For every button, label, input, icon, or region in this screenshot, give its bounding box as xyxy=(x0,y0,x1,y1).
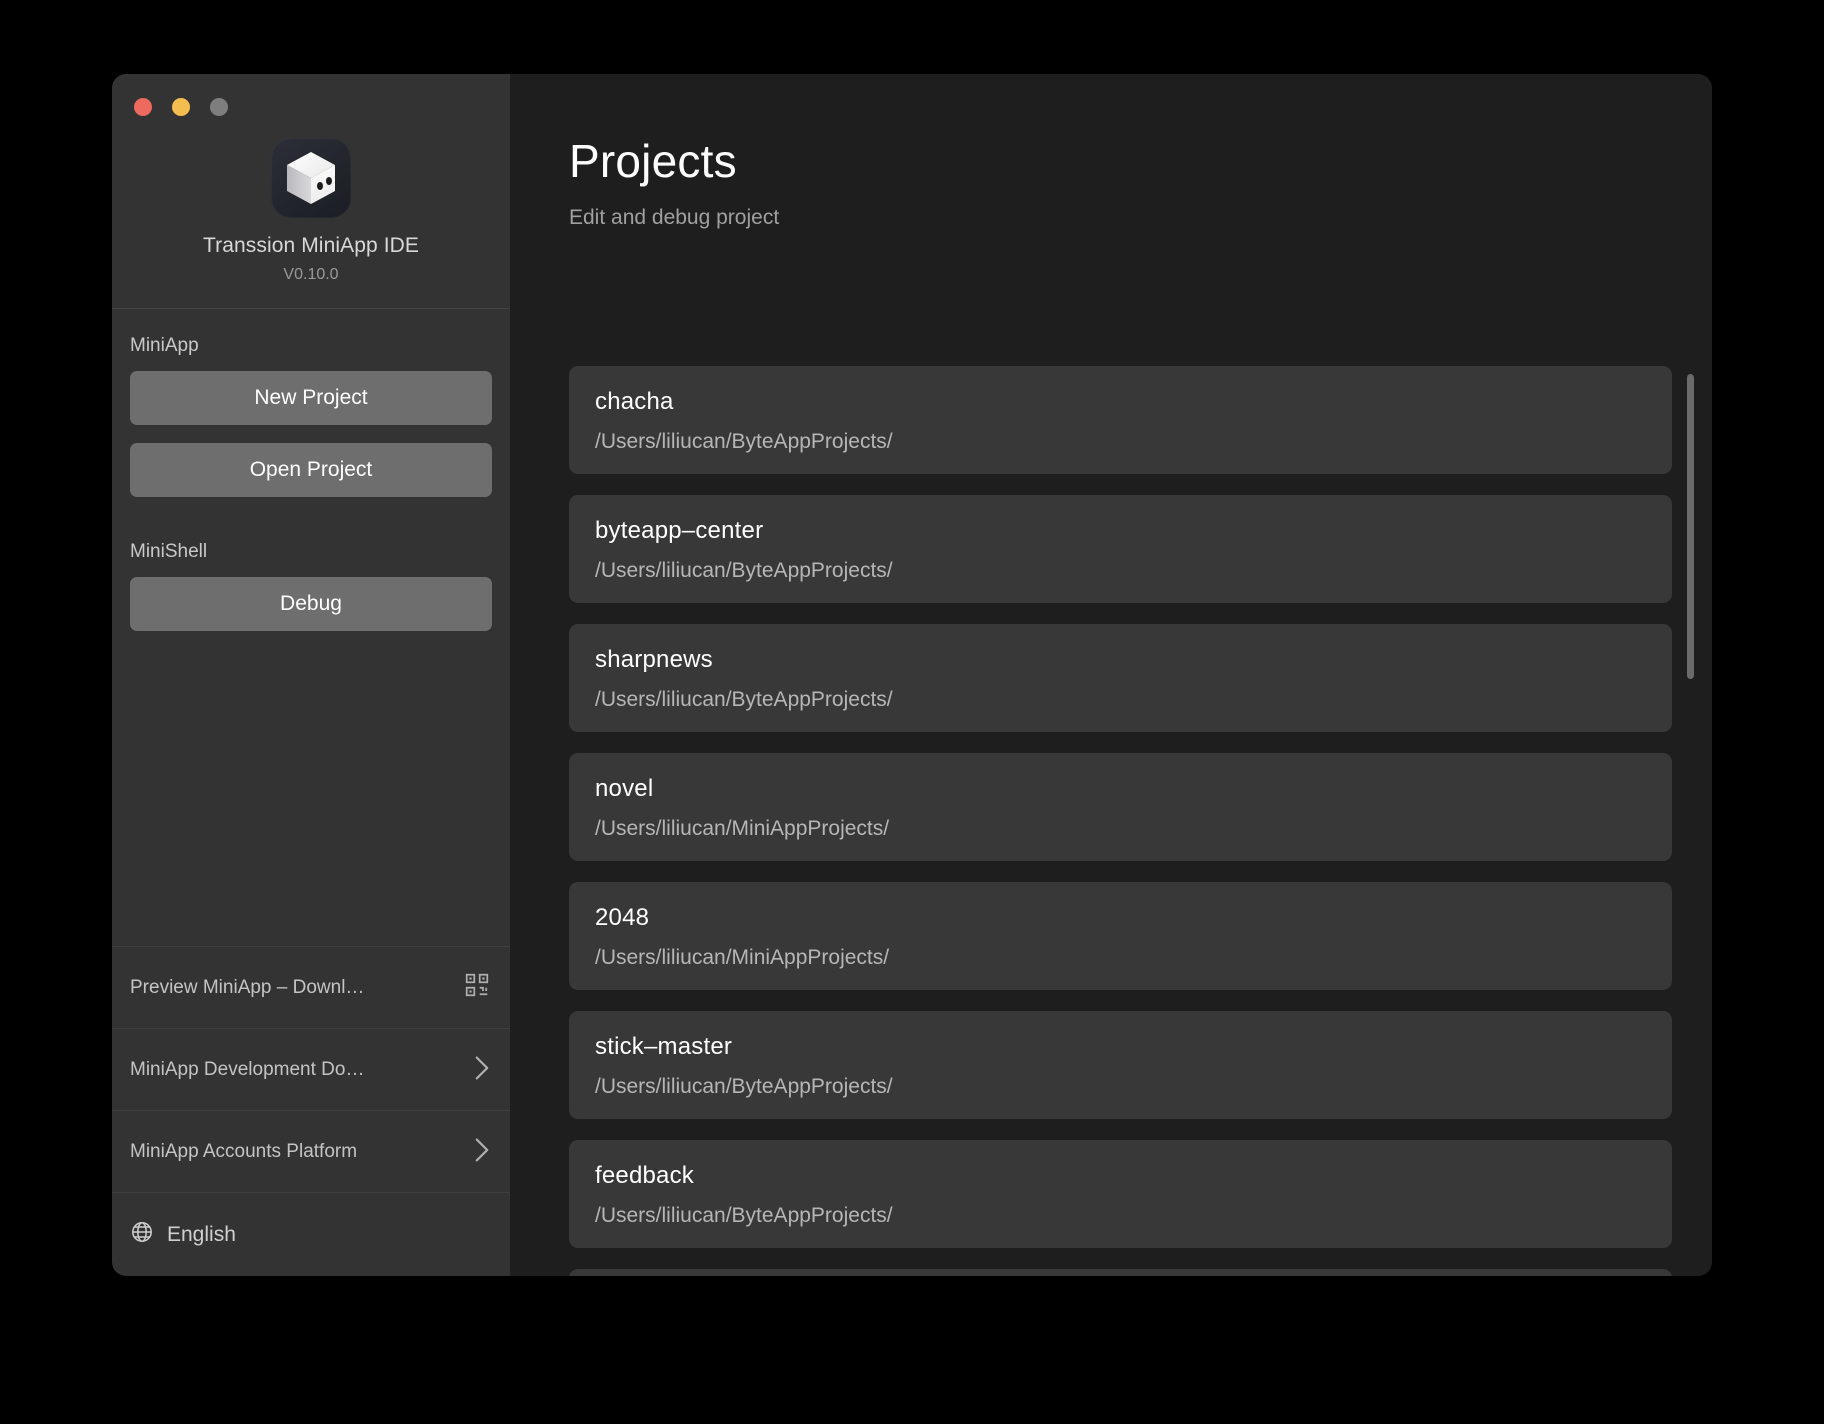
project-path: /Users/liliucan/ByteAppProjects/ xyxy=(595,559,893,582)
sidebar: Transsion MiniApp IDE V0.10.0 MiniApp Ne… xyxy=(112,74,511,1276)
qr-code-icon[interactable] xyxy=(464,972,490,1003)
chevron-right-icon[interactable] xyxy=(474,1137,490,1167)
sidebar-item-miniapp-accounts-platform[interactable]: MiniApp Accounts Platform xyxy=(112,1110,510,1192)
project-path: /Users/liliucan/MiniAppProjects/ xyxy=(595,817,890,840)
minimize-button[interactable] xyxy=(172,98,190,116)
globe-icon xyxy=(130,1220,154,1249)
new-project-button[interactable]: New Project xyxy=(130,371,492,425)
project-card[interactable]: byteapp–center /Users/liliucan/ByteAppPr… xyxy=(569,495,1672,603)
sidebar-item-label: Preview MiniApp – Downl… xyxy=(130,976,365,998)
sidebar-item-miniapp-development-docs[interactable]: MiniApp Development Do… xyxy=(112,1028,510,1110)
project-name: novel xyxy=(595,775,654,802)
project-name: 2048 xyxy=(595,904,650,931)
cube-app-icon xyxy=(271,138,351,218)
project-card[interactable]: feedback /Users/liliucan/ByteAppProjects… xyxy=(569,1140,1672,1248)
language-label: English xyxy=(167,1222,236,1246)
section-label-minishell: MiniShell xyxy=(130,541,208,562)
sidebar-item-label: MiniApp Accounts Platform xyxy=(130,1140,358,1162)
project-name: stick–master xyxy=(595,1033,733,1060)
project-card[interactable]: stick–master /Users/liliucan/ByteAppProj… xyxy=(569,1011,1672,1119)
app-branding: Transsion MiniApp IDE V0.10.0 xyxy=(112,116,510,308)
page-title: Projects xyxy=(569,135,737,187)
project-card[interactable]: 2048 /Users/liliucan/MiniAppProjects/ xyxy=(569,882,1672,990)
page-subtitle: Edit and debug project xyxy=(569,206,780,229)
project-name: byteapp–center xyxy=(595,517,764,544)
sidebar-item-label: MiniApp Development Do… xyxy=(130,1058,365,1080)
project-list: chacha /Users/liliucan/ByteAppProjects/ … xyxy=(569,366,1672,1276)
maximize-button[interactable] xyxy=(210,98,228,116)
app-name: Transsion MiniApp IDE xyxy=(202,234,420,257)
project-path: /Users/liliucan/MiniAppProjects/ xyxy=(595,946,890,969)
debug-button[interactable]: Debug xyxy=(130,577,492,631)
project-name: sharpnews xyxy=(595,646,713,673)
section-label-miniapp: MiniApp xyxy=(130,335,199,356)
project-card[interactable]: sharpnews /Users/liliucan/ByteAppProject… xyxy=(569,624,1672,732)
project-card[interactable] xyxy=(569,1269,1672,1276)
project-path: /Users/liliucan/ByteAppProjects/ xyxy=(595,1204,893,1227)
project-name: feedback xyxy=(595,1162,695,1189)
app-version: V0.10.0 xyxy=(283,266,339,283)
main-content: Projects Edit and debug project chacha /… xyxy=(511,74,1712,1276)
scrollbar-thumb[interactable] xyxy=(1687,374,1694,679)
close-button[interactable] xyxy=(134,98,152,116)
project-path: /Users/liliucan/ByteAppProjects/ xyxy=(595,688,893,711)
project-path: /Users/liliucan/ByteAppProjects/ xyxy=(595,430,893,453)
chevron-right-icon[interactable] xyxy=(474,1055,490,1085)
project-card[interactable]: chacha /Users/liliucan/ByteAppProjects/ xyxy=(569,366,1672,474)
sidebar-item-preview-miniapp-download[interactable]: Preview MiniApp – Downl… xyxy=(112,946,510,1028)
project-card[interactable]: novel /Users/liliucan/MiniAppProjects/ xyxy=(569,753,1672,861)
app-window: Transsion MiniApp IDE V0.10.0 MiniApp Ne… xyxy=(112,74,1712,1276)
project-name: chacha xyxy=(595,388,674,415)
open-project-button[interactable]: Open Project xyxy=(130,443,492,497)
language-selector[interactable]: English xyxy=(112,1192,510,1276)
project-list-scrollbar[interactable] xyxy=(1687,366,1694,1266)
window-controls xyxy=(112,74,510,116)
project-path: /Users/liliucan/ByteAppProjects/ xyxy=(595,1075,893,1098)
